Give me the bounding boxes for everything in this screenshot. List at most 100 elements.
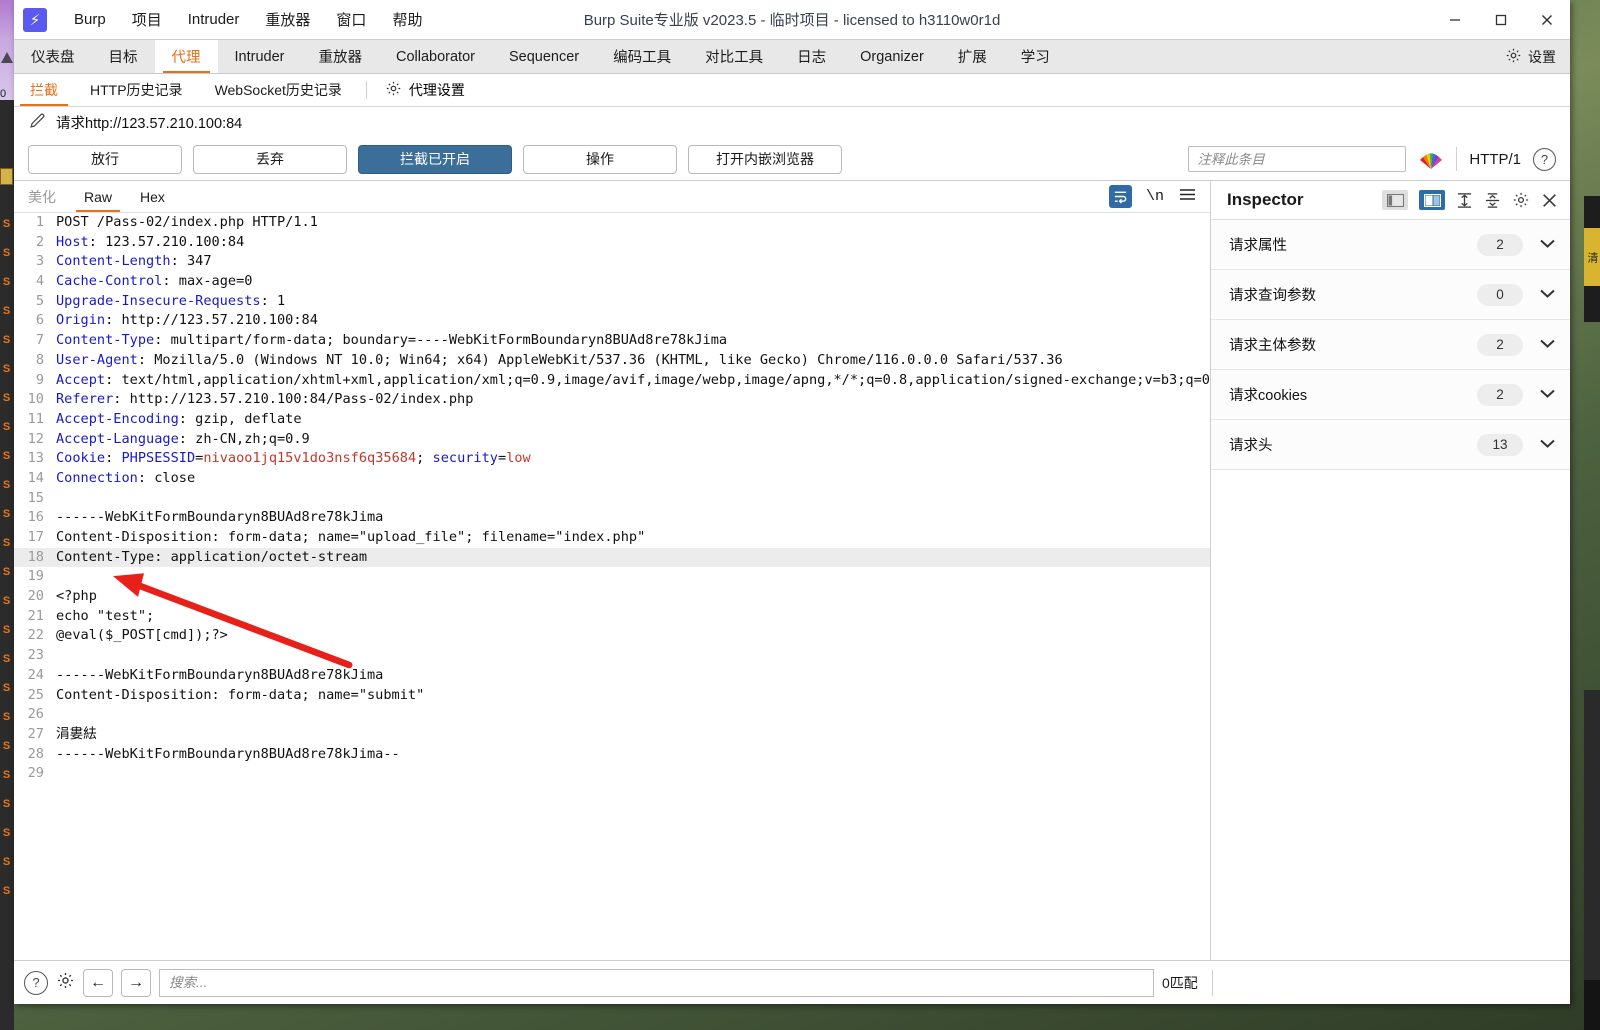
inspector-row-3[interactable]: 请求cookies 2: [1211, 370, 1570, 420]
line-text: ------WebKitFormBoundaryn8BUAd8re78kJima: [50, 508, 383, 528]
menu-item-3[interactable]: 重放器: [252, 5, 323, 34]
menu-item-0[interactable]: Burp: [61, 7, 119, 32]
line-text: Referer: http://123.57.210.100:84/Pass-0…: [50, 390, 473, 410]
main-tab-10[interactable]: Organizer: [843, 40, 941, 73]
menu-item-2[interactable]: Intruder: [175, 7, 253, 32]
main-tab-6[interactable]: Sequencer: [492, 40, 596, 73]
word-wrap-icon[interactable]: [1108, 185, 1132, 208]
chevron-down-icon[interactable]: [1539, 237, 1556, 252]
main-tab-9[interactable]: 日志: [780, 40, 843, 73]
code-line: 12 Accept-Language: zh-CN,zh;q=0.9: [14, 430, 1210, 450]
background-marker: S: [2, 566, 11, 578]
editor-tab-1[interactable]: Raw: [70, 181, 126, 212]
help-icon[interactable]: ?: [1533, 147, 1556, 171]
line-token: Accept: [56, 371, 106, 388]
chevron-down-icon[interactable]: [1539, 387, 1556, 402]
line-token: Connection: [56, 469, 138, 486]
maximize-button[interactable]: [1478, 0, 1524, 39]
drop-button[interactable]: 丢弃: [193, 144, 347, 174]
search-forward-button[interactable]: →: [121, 968, 151, 997]
editor-tab-0[interactable]: 美化: [14, 181, 70, 212]
background-marker: S: [2, 276, 11, 288]
background-marker: S: [2, 450, 11, 462]
action-bar: 放行 丢弃 拦截已开启 操作 打开内嵌浏览器 注释此条目 HTTP/1 ?: [14, 138, 1570, 180]
main-tab-7[interactable]: 编码工具: [596, 40, 688, 73]
line-token: Origin: [56, 312, 106, 329]
layout-left-icon[interactable]: [1382, 190, 1408, 210]
rainbow-highlight-icon[interactable]: [1418, 149, 1444, 169]
line-number: 7: [35, 332, 44, 349]
layout-right-icon[interactable]: [1419, 190, 1445, 210]
line-text: Content-Disposition: form-data; name="su…: [50, 686, 424, 706]
main-tab-2[interactable]: 代理: [154, 40, 218, 73]
http-version-label[interactable]: HTTP/1: [1469, 151, 1521, 168]
code-line: 11 Accept-Encoding: gzip, deflate: [14, 410, 1210, 430]
editor-tab-2[interactable]: Hex: [126, 181, 179, 212]
main-tab-8[interactable]: 对比工具: [688, 40, 780, 73]
main-tab-0[interactable]: 仪表盘: [14, 40, 92, 73]
inspector-close-icon[interactable]: [1541, 192, 1558, 209]
proxy-sub-tab-1[interactable]: HTTP历史记录: [74, 74, 199, 106]
newline-toggle-label[interactable]: \n: [1146, 188, 1164, 205]
line-number: 1: [35, 214, 44, 230]
line-token: <?php: [56, 588, 97, 605]
code-line: 28 ------WebKitFormBoundaryn8BUAd8re78kJi…: [14, 745, 1210, 765]
line-token: :: [105, 450, 122, 467]
inspector-row-label: 请求属性: [1229, 238, 1287, 254]
bottom-help-icon[interactable]: ?: [24, 970, 48, 995]
code-line: 13 Cookie: PHPSESSID = nivaoo1jq15v1do3nsf6…: [14, 449, 1210, 469]
expand-all-icon[interactable]: [1456, 192, 1473, 209]
close-button[interactable]: [1524, 0, 1570, 39]
inspector-row-4[interactable]: 请求头 13: [1211, 420, 1570, 470]
search-input[interactable]: [159, 968, 1154, 997]
annotation-input[interactable]: [1188, 146, 1407, 172]
open-browser-button[interactable]: 打开内嵌浏览器: [688, 144, 842, 174]
proxy-sub-tab-2[interactable]: WebSocket历史记录: [199, 74, 358, 106]
editor-menu-icon[interactable]: [1178, 187, 1197, 207]
line-text: 涓婁紶: [50, 725, 97, 745]
menu-item-4[interactable]: 窗口: [323, 5, 379, 34]
main-tab-12[interactable]: 学习: [1004, 40, 1067, 73]
line-text: [50, 764, 56, 784]
menu-item-1[interactable]: 项目: [119, 5, 175, 34]
inspector-row-0[interactable]: 请求属性 2: [1211, 220, 1570, 270]
main-tab-3[interactable]: Intruder: [218, 40, 302, 73]
code-line: 21 echo "test";: [14, 607, 1210, 627]
collapse-all-icon[interactable]: [1484, 192, 1501, 209]
line-text: ------WebKitFormBoundaryn8BUAd8re78kJima…: [50, 745, 400, 765]
line-text: Upgrade-Insecure-Requests: 1: [50, 292, 285, 312]
line-text: POST /Pass-02/index.php HTTP/1.1: [50, 213, 318, 233]
search-back-button[interactable]: ←: [83, 968, 113, 997]
intercept-toggle-button[interactable]: 拦截已开启: [358, 144, 512, 174]
chevron-down-icon[interactable]: [1539, 437, 1556, 452]
settings-button[interactable]: 设置: [1491, 40, 1570, 73]
line-number: 9: [35, 371, 44, 388]
inspector-row-1[interactable]: 请求查询参数 0: [1211, 270, 1570, 320]
inspector-row-2[interactable]: 请求主体参数 2: [1211, 320, 1570, 370]
main-tab-5[interactable]: Collaborator: [379, 40, 492, 73]
forward-button[interactable]: 放行: [28, 144, 182, 174]
line-text: [50, 489, 56, 509]
code-line: 8 User-Agent: Mozilla/5.0 (Windows NT 10.…: [14, 351, 1210, 371]
background-left-zero-label: 0: [0, 88, 7, 100]
settings-label: 设置: [1528, 48, 1556, 65]
main-tab-4[interactable]: 重放器: [301, 40, 379, 73]
code-line: 10 Referer: http://123.57.210.100:84/Pass…: [14, 390, 1210, 410]
proxy-settings-button[interactable]: 代理设置: [375, 74, 475, 106]
main-tab-11[interactable]: 扩展: [941, 40, 1004, 73]
main-tab-1[interactable]: 目标: [92, 40, 155, 73]
raw-request-editor[interactable]: 1 POST /Pass-02/index.php HTTP/1.1 2 Host: …: [14, 213, 1210, 960]
chevron-down-icon[interactable]: [1539, 337, 1556, 352]
menu-item-5[interactable]: 帮助: [379, 5, 435, 34]
line-number: 25: [27, 686, 44, 703]
background-marker: S: [2, 769, 11, 781]
inspector-gear-icon[interactable]: [1512, 191, 1530, 209]
action-button[interactable]: 操作: [523, 144, 677, 174]
bottom-gear-icon[interactable]: [56, 971, 75, 995]
background-right-yellow-tab[interactable]: 清: [1584, 228, 1600, 286]
background-window-left-edge[interactable]: 0 S S S S S S S S S S S S S S S S S S S S S S S S: [0, 0, 14, 1030]
chevron-down-icon[interactable]: [1539, 287, 1556, 302]
minimize-button[interactable]: [1432, 0, 1478, 39]
inspector-row-count: 2: [1477, 233, 1523, 256]
proxy-sub-tab-0[interactable]: 拦截: [14, 74, 74, 106]
